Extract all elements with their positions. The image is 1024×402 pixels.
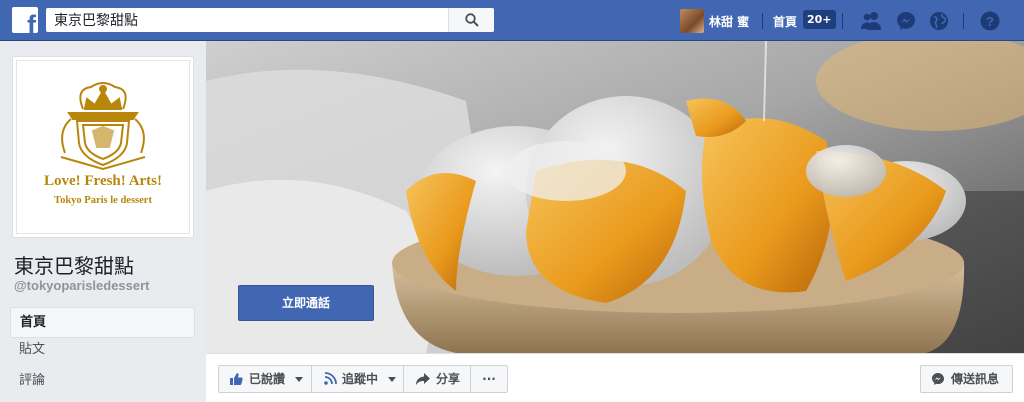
- search-box: [46, 8, 494, 32]
- top-navigation-bar: f 林甜 蜜 首頁 20+ ?: [0, 0, 1024, 41]
- nav-item-reviews[interactable]: 評論: [10, 369, 195, 400]
- divider: [762, 13, 763, 29]
- nav-item-posts[interactable]: 貼文: [10, 338, 195, 369]
- globe-icon[interactable]: [927, 9, 951, 33]
- page-action-bar: 已說讚 追蹤中 分享 ··· 傳送訊息: [206, 353, 1024, 402]
- page-title[interactable]: 東京巴黎甜點: [14, 250, 134, 279]
- page-profile-picture[interactable]: Love! Fresh! Arts! Tokyo Paris le desser…: [12, 56, 194, 238]
- page-handle[interactable]: @tokyoparisledessert: [14, 278, 150, 293]
- search-button[interactable]: [448, 8, 494, 32]
- logo-tagline: Love! Fresh! Arts!: [43, 173, 163, 189]
- notification-badge: 20+: [803, 10, 836, 29]
- like-label: 已說讚: [249, 372, 286, 386]
- messenger-icon: [932, 373, 944, 385]
- follow-label: 追蹤中: [342, 372, 379, 386]
- send-message-button[interactable]: 傳送訊息: [920, 365, 1013, 393]
- ellipsis-icon: ···: [482, 372, 496, 386]
- profile-name: 林甜 蜜: [709, 15, 750, 29]
- chevron-down-icon: [295, 377, 303, 382]
- rss-icon: [324, 372, 337, 385]
- call-now-button[interactable]: 立即通話: [238, 285, 374, 321]
- nav-item-home[interactable]: 首頁: [10, 307, 195, 338]
- divider: [963, 13, 964, 29]
- share-button[interactable]: 分享: [403, 365, 471, 393]
- home-link[interactable]: 首頁: [773, 13, 797, 30]
- logo-subtitle: Tokyo Paris le dessert: [54, 195, 152, 206]
- share-label: 分享: [436, 372, 461, 386]
- help-icon[interactable]: ?: [978, 9, 1002, 33]
- cover-photo[interactable]: 立即通話: [206, 41, 1024, 353]
- messenger-icon[interactable]: [894, 9, 918, 33]
- search-icon: [465, 13, 479, 27]
- page-nav: 首頁 貼文 評論: [10, 307, 195, 400]
- friends-icon[interactable]: [859, 9, 883, 33]
- like-button[interactable]: 已說讚: [218, 365, 312, 393]
- more-options-button[interactable]: ···: [470, 365, 508, 393]
- svg-text:?: ?: [986, 14, 994, 29]
- chevron-down-icon: [388, 377, 396, 382]
- thumbs-up-icon: [230, 373, 243, 385]
- follow-button[interactable]: 追蹤中: [311, 365, 404, 393]
- crest-logo-icon: [60, 82, 146, 171]
- divider: [842, 13, 843, 29]
- send-message-label: 傳送訊息: [951, 372, 1000, 386]
- avatar: [680, 9, 704, 33]
- page-sidebar: Love! Fresh! Arts! Tokyo Paris le desser…: [0, 41, 206, 402]
- search-input[interactable]: [46, 8, 446, 32]
- facebook-logo-letter: f: [27, 10, 36, 34]
- share-arrow-icon: [416, 373, 430, 385]
- page-logo: Love! Fresh! Arts! Tokyo Paris le desser…: [16, 60, 190, 234]
- facebook-logo[interactable]: f: [12, 7, 38, 33]
